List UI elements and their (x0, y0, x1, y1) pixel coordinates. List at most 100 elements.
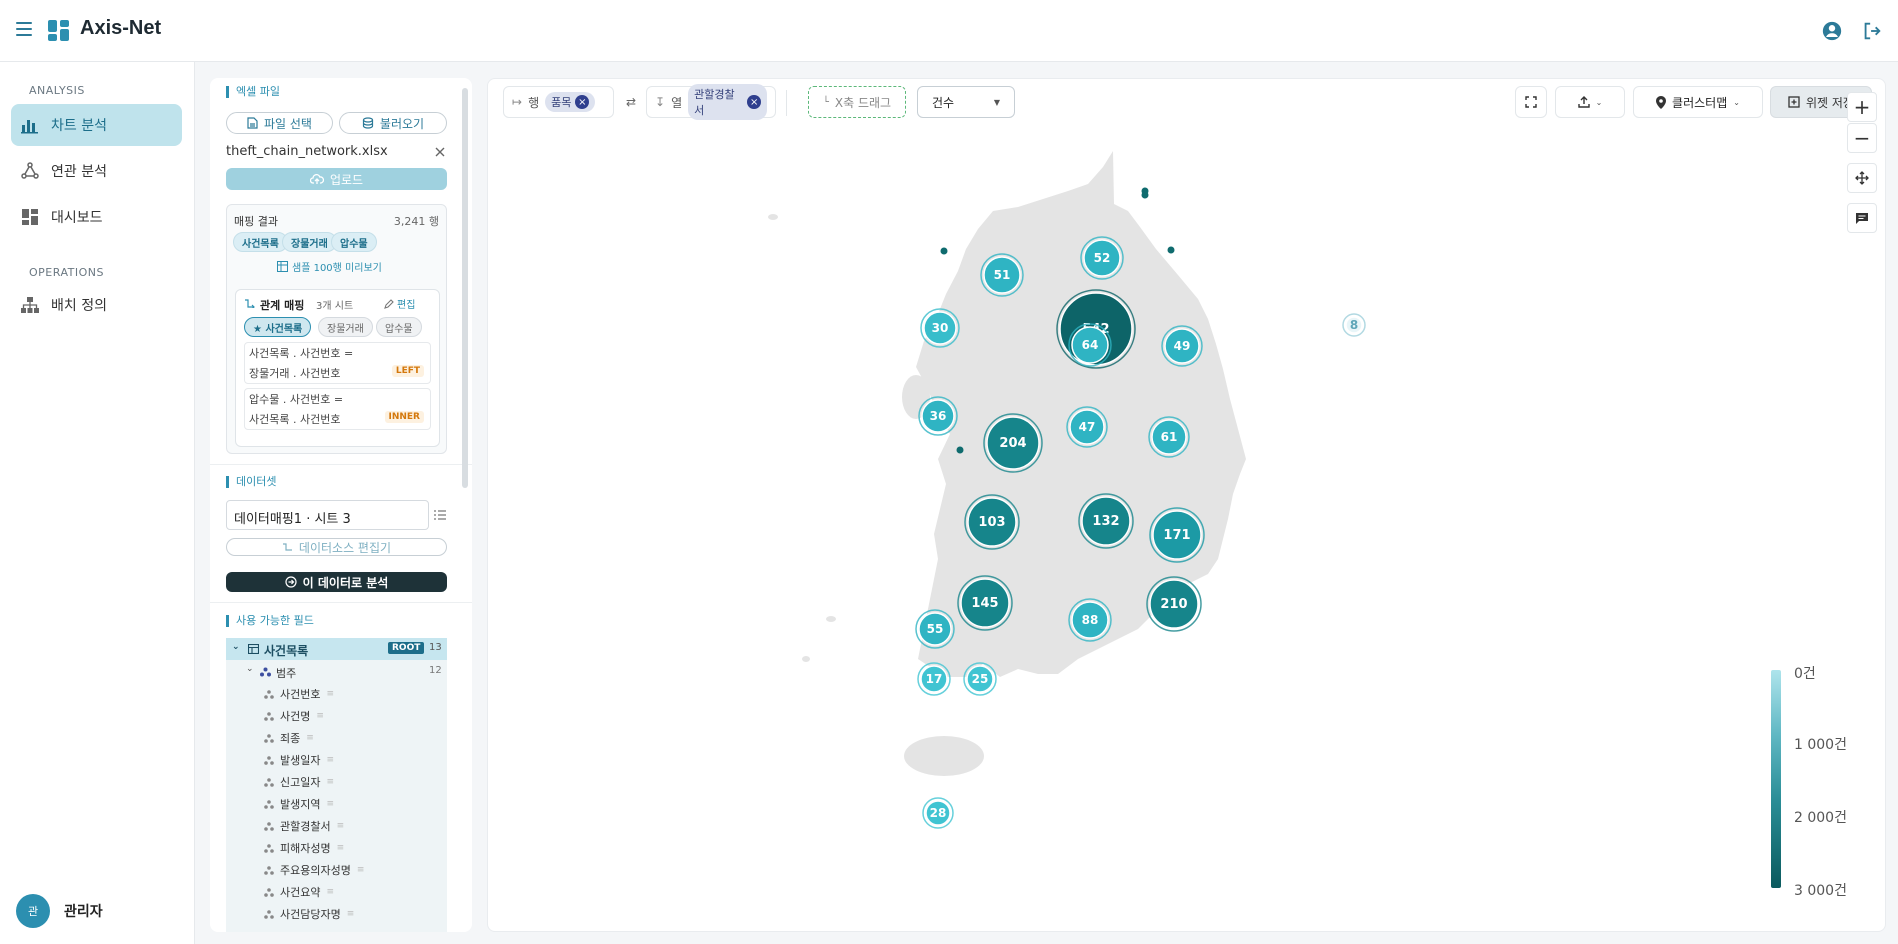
field-item[interactable]: 신고일자 ≡ (264, 774, 334, 790)
swap-icon[interactable]: ⇄ (626, 95, 636, 109)
cluster-bubble[interactable]: 61 (1148, 416, 1190, 458)
relation-chip[interactable]: 장물거래 (318, 317, 373, 337)
remove-icon[interactable]: × (747, 95, 761, 109)
cluster-bubble[interactable]: 103 (964, 494, 1020, 550)
account-icon[interactable] (1821, 20, 1843, 42)
cluster-bubble[interactable]: 52 (1080, 236, 1124, 280)
field-root-row[interactable]: ⌄ 사건목록 ROOT 13 (226, 638, 447, 660)
column-shelf[interactable]: ↧ 열 관할경찰서 × (646, 84, 776, 120)
field-label: 사건명 (280, 710, 311, 723)
drag-handle-icon[interactable]: ≡ (337, 843, 345, 853)
analyze-with-data-button[interactable]: 이 데이터로 분석 (226, 572, 447, 592)
x-axis-drop-zone[interactable]: └ X축 드래그 (808, 86, 906, 118)
field-item[interactable]: 발생일자 ≡ (264, 752, 334, 768)
relation-chip-root[interactable]: ★ 사건목록 (244, 317, 312, 337)
load-button[interactable]: 불러오기 (339, 112, 447, 134)
cluster-bubble[interactable]: 36 (918, 396, 958, 436)
nav-item-association-analysis[interactable]: 연관 분석 (11, 150, 182, 192)
pan-button[interactable] (1847, 163, 1877, 193)
cluster-bubble[interactable]: 88 (1068, 598, 1112, 642)
upload-icon (1577, 96, 1590, 108)
mapping-sheet-chip[interactable]: 장물거래 (282, 232, 337, 252)
cluster-bubble[interactable]: 51 (980, 253, 1024, 297)
relation-edit-button[interactable]: 편집 (384, 296, 415, 311)
map-marker[interactable] (940, 247, 948, 255)
row-shelf[interactable]: ↦ 행 품목 × (503, 86, 614, 118)
cluster-map[interactable]: 5425251306449364720461103132171145882105… (488, 129, 1886, 929)
cluster-bubble[interactable]: 64 (1068, 323, 1112, 367)
drag-handle-icon[interactable]: ≡ (357, 865, 365, 875)
map-marker[interactable] (956, 446, 964, 454)
row-pill[interactable]: 품목 × (545, 92, 596, 112)
map-type-select[interactable]: 클러스터맵 ⌄ (1633, 86, 1763, 118)
join-type-badge: LEFT (391, 365, 424, 377)
column-shelf-label: 열 (671, 95, 683, 110)
sample-preview-link[interactable]: 샘플 100행 미리보기 (277, 259, 382, 274)
cluster-bubble[interactable]: 25 (963, 662, 997, 696)
file-select-button[interactable]: 파일 선택 (226, 112, 333, 134)
drag-handle-icon[interactable]: ≡ (326, 799, 334, 809)
export-button[interactable]: ⌄ (1555, 86, 1625, 118)
map-marker[interactable] (1141, 187, 1149, 195)
field-item[interactable]: 사건담당자명 ≡ (264, 906, 354, 922)
upload-button[interactable]: 업로드 (226, 168, 447, 190)
nav-item-chart-analysis[interactable]: 차트 분석 (11, 104, 182, 146)
cluster-bubble[interactable]: 17 (917, 662, 951, 696)
cluster-bubble[interactable]: 8 (1342, 313, 1366, 337)
zoom-out-button[interactable]: − (1847, 123, 1877, 153)
field-item[interactable]: 주요용의자성명 ≡ (264, 862, 364, 878)
mapping-sheet-chip[interactable]: 사건목록 (233, 232, 288, 252)
drag-handle-icon[interactable]: ≡ (326, 689, 334, 699)
field-item[interactable]: 죄종 ≡ (264, 730, 314, 746)
field-item[interactable]: 사건번호 ≡ (264, 686, 334, 702)
field-item[interactable]: 발생지역 ≡ (264, 796, 334, 812)
nav-item-dashboard[interactable]: 대시보드 (11, 196, 182, 238)
mapping-sheet-chip[interactable]: 압수물 (331, 232, 377, 252)
fullscreen-button[interactable] (1515, 86, 1547, 118)
drag-handle-icon[interactable]: ≡ (326, 887, 334, 897)
datasource-editor-button[interactable]: 데이터소스 편집기 (226, 538, 447, 556)
panel-scrollbar[interactable] (462, 88, 468, 488)
field-item[interactable]: 관할경찰서 ≡ (264, 818, 344, 834)
relation-chip[interactable]: 압수물 (376, 317, 422, 337)
field-group-row[interactable]: ⌄ 범주 12 (226, 662, 447, 682)
cluster-bubble[interactable]: 28 (922, 797, 954, 829)
cluster-bubble[interactable]: 210 (1146, 576, 1202, 632)
cluster-bubble[interactable]: 30 (920, 308, 960, 348)
dataset-select[interactable]: 데이터매핑1 · 시트 3 (226, 500, 429, 530)
cluster-count: 25 (972, 672, 989, 686)
nav-item-batch-definition[interactable]: 배치 정의 (11, 284, 182, 326)
map-marker[interactable] (1167, 246, 1175, 254)
drag-handle-icon[interactable]: ≡ (337, 821, 345, 831)
field-root-label: 사건목록 (264, 644, 309, 658)
field-item[interactable]: 사건요약 ≡ (264, 884, 334, 900)
zoom-in-button[interactable]: + (1847, 92, 1877, 122)
cluster-bubble[interactable]: 49 (1161, 325, 1203, 367)
drag-handle-icon[interactable]: ≡ (326, 777, 334, 787)
data-panel: 엑셀 파일 파일 선택 불러오기 theft_chain_network.xls… (210, 78, 472, 932)
cluster-bubble[interactable]: 171 (1149, 507, 1205, 563)
menu-icon[interactable] (16, 22, 32, 36)
drag-handle-icon[interactable]: ≡ (347, 909, 355, 919)
field-item[interactable]: 피해자성명 ≡ (264, 840, 344, 856)
field-item[interactable]: 사건명 ≡ (264, 708, 324, 724)
cluster-bubble[interactable]: 47 (1066, 406, 1108, 448)
column-pill[interactable]: 관할경찰서 × (688, 84, 767, 120)
drag-handle-icon[interactable]: ≡ (306, 733, 314, 743)
remove-icon[interactable]: × (575, 95, 590, 109)
cluster-bubble[interactable]: 55 (915, 609, 955, 649)
list-icon[interactable] (434, 510, 446, 520)
join-left: 사건목록 . 사건번호 = (249, 347, 354, 360)
chevron-down-icon: ⌄ (232, 642, 240, 652)
cluster-bubble[interactable]: 132 (1078, 493, 1134, 549)
drag-handle-icon[interactable]: ≡ (326, 755, 334, 765)
close-icon[interactable] (435, 147, 445, 157)
comment-button[interactable] (1847, 203, 1877, 233)
drag-handle-icon[interactable]: ≡ (316, 711, 324, 721)
measure-select[interactable]: 건수 ▼ (917, 86, 1015, 118)
cluster-bubble[interactable]: 145 (957, 575, 1013, 631)
logout-icon[interactable] (1861, 20, 1883, 42)
avatar[interactable]: 관 (16, 894, 50, 928)
cluster-bubble[interactable]: 204 (983, 413, 1043, 473)
measure-label: 건수 (932, 95, 955, 110)
